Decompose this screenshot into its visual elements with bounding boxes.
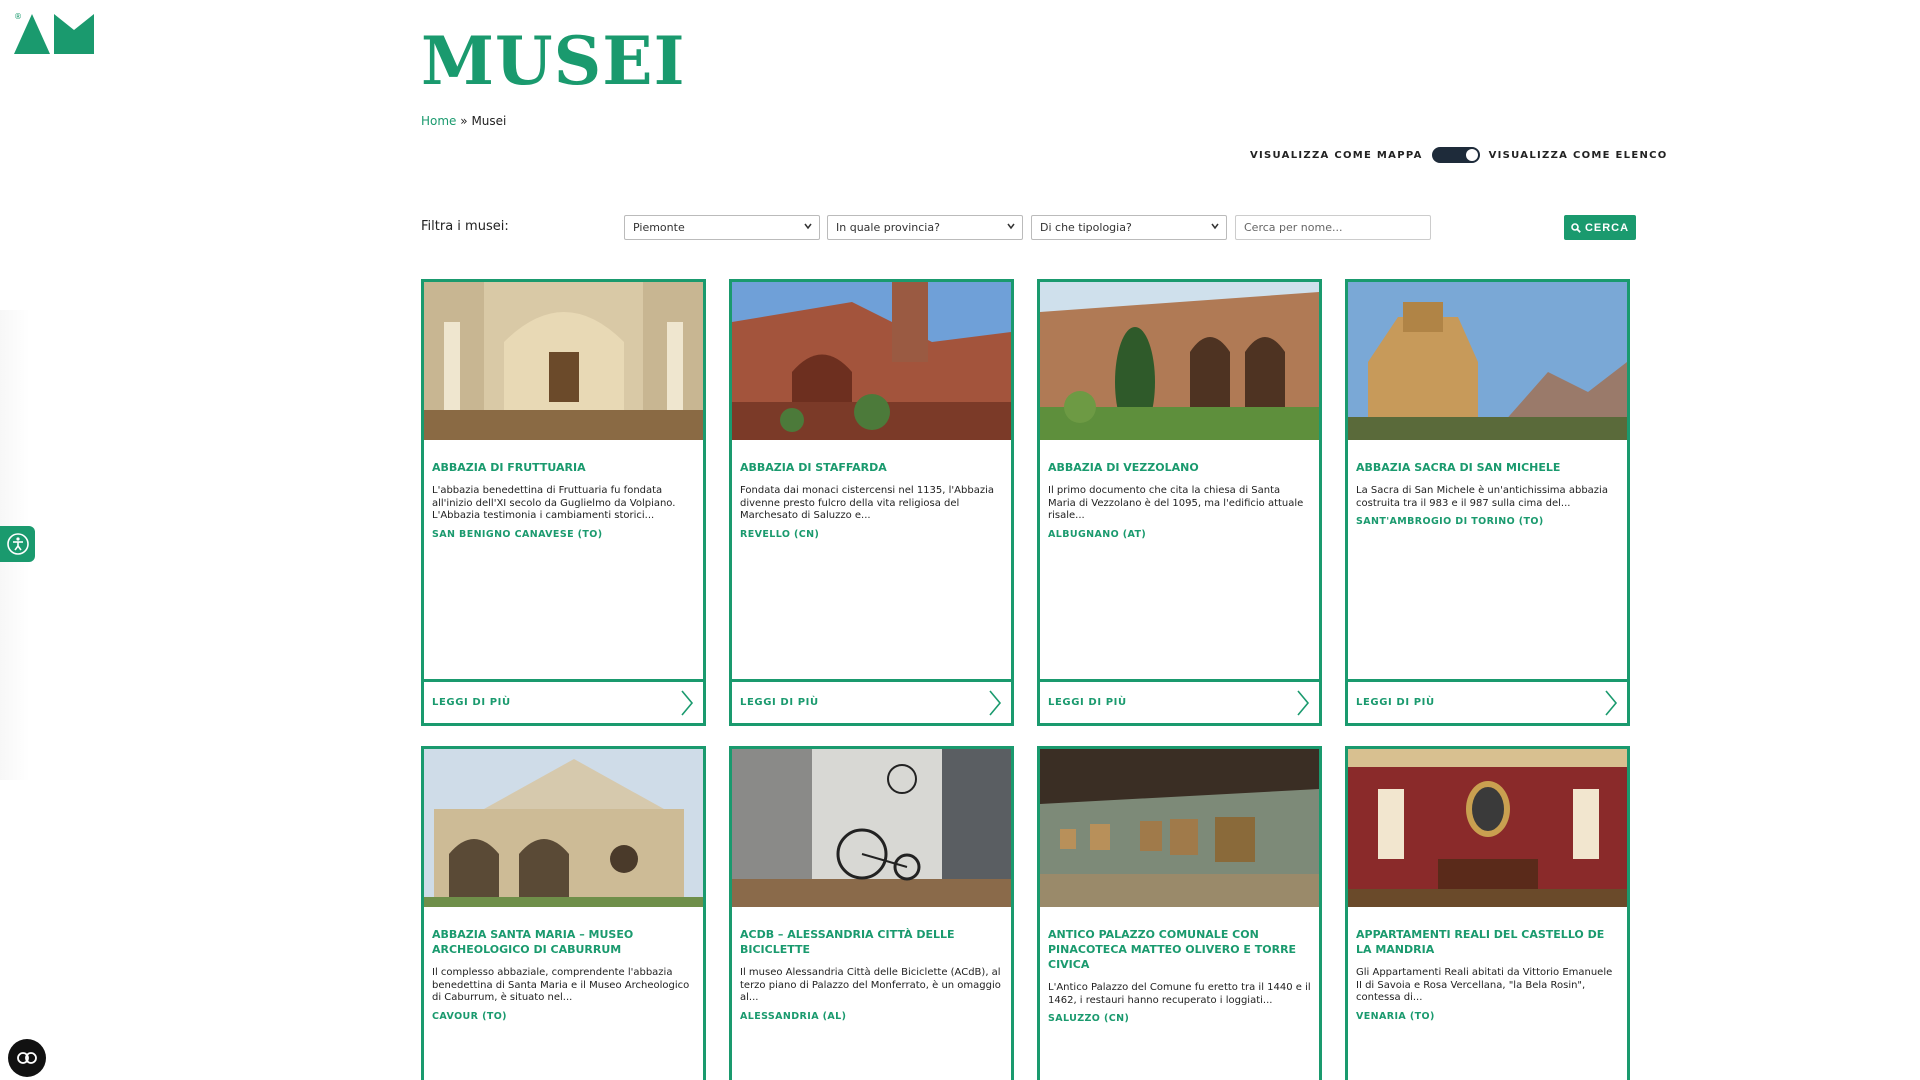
arrow-right-icon xyxy=(1297,689,1310,716)
museum-description: L'Antico Palazzo del Comune fu eretto tr… xyxy=(1048,982,1311,1006)
map-view-label[interactable]: VISUALIZZA COME MAPPA xyxy=(1250,150,1423,161)
museum-name[interactable]: ABBAZIA SANTA MARIA – MUSEO ARCHEOLOGICO… xyxy=(432,927,695,957)
museum-location: VENARIA (TO) xyxy=(1356,1010,1435,1022)
site-logo[interactable]: ® xyxy=(12,10,106,56)
museum-name[interactable]: ABBAZIA DI FRUTTUARIA xyxy=(432,460,695,475)
breadcrumb-separator: » xyxy=(460,114,468,128)
museum-card[interactable]: ABBAZIA DI FRUTTUARIA L'abbazia benedett… xyxy=(421,279,706,726)
museum-description: Il museo Alessandria Città delle Bicicle… xyxy=(740,967,1001,1003)
read-more-link[interactable]: LEGGI DI PIÙ xyxy=(1040,679,1319,723)
museum-name[interactable]: ANTICO PALAZZO COMUNALE CON PINACOTECA M… xyxy=(1048,927,1311,972)
museum-card[interactable]: ABBAZIA DI STAFFARDA Fondata dai monaci … xyxy=(729,279,1014,726)
search-icon xyxy=(1571,222,1581,233)
museum-card[interactable]: ABBAZIA DI VEZZOLANO Il primo documento … xyxy=(1037,279,1322,726)
read-more-link[interactable]: LEGGI DI PIÙ xyxy=(424,679,703,723)
province-select[interactable]: In quale provincia? xyxy=(827,215,1023,240)
list-view-label[interactable]: VISUALIZZA COME ELENCO xyxy=(1489,150,1668,161)
breadcrumb-home-link[interactable]: Home xyxy=(421,114,456,128)
museum-image[interactable] xyxy=(732,282,1011,440)
widget-button[interactable] xyxy=(8,1039,46,1077)
read-more-label: LEGGI DI PIÙ xyxy=(740,697,819,708)
museum-image[interactable] xyxy=(732,749,1011,907)
museum-card[interactable]: ANTICO PALAZZO COMUNALE CON PINACOTECA M… xyxy=(1037,746,1322,1080)
museum-name[interactable]: ACDB – ALESSANDRIA CITTÀ DELLE BICICLETT… xyxy=(740,927,1003,957)
accessibility-icon xyxy=(6,533,29,555)
museum-description: Il primo documento che cita la chiesa di… xyxy=(1048,485,1304,521)
museum-location: SANT'AMBROGIO DI TORINO (TO) xyxy=(1356,516,1544,527)
museum-card[interactable]: ABBAZIA SANTA MARIA – MUSEO ARCHEOLOGICO… xyxy=(421,746,706,1080)
museum-card[interactable]: ABBAZIA SACRA DI SAN MICHELE La Sacra di… xyxy=(1345,279,1630,726)
museum-image[interactable] xyxy=(424,749,703,907)
museum-description: La Sacra di San Michele è un'antichissim… xyxy=(1356,485,1608,509)
chevron-down-icon xyxy=(804,223,812,230)
type-select[interactable]: Di che tipologia? xyxy=(1031,215,1227,240)
museum-name[interactable]: ABBAZIA DI VEZZOLANO xyxy=(1048,460,1311,475)
museum-description: L'abbazia benedettina di Fruttuaria fu f… xyxy=(432,485,676,521)
museum-description: Il complesso abbaziale, comprendente l'a… xyxy=(432,967,690,1003)
switch-knob xyxy=(1465,149,1478,161)
museum-location: SAN BENIGNO CANAVESE (TO) xyxy=(432,528,603,540)
type-select-value: Di che tipologia? xyxy=(1040,221,1132,234)
logo-mark-icon xyxy=(14,14,94,54)
museum-image[interactable] xyxy=(1348,749,1627,907)
read-more-label: LEGGI DI PIÙ xyxy=(1048,697,1127,708)
museum-card[interactable]: APPARTAMENTI REALI DEL CASTELLO DE LA MA… xyxy=(1345,746,1630,1080)
arrow-right-icon xyxy=(1605,689,1618,716)
museum-location: REVELLO (CN) xyxy=(740,528,820,540)
search-button-label: CERCA xyxy=(1584,221,1630,234)
museum-image[interactable] xyxy=(1040,282,1319,440)
museum-card[interactable]: ACDB – ALESSANDRIA CITTÀ DELLE BICICLETT… xyxy=(729,746,1014,1080)
province-select-value: In quale provincia? xyxy=(836,221,940,234)
view-switch[interactable] xyxy=(1431,147,1480,163)
link-icon xyxy=(17,1052,37,1064)
accessibility-button[interactable] xyxy=(0,526,35,562)
search-button[interactable]: CERCA xyxy=(1564,215,1636,240)
read-more-label: LEGGI DI PIÙ xyxy=(432,697,511,708)
museum-name[interactable]: ABBAZIA SACRA DI SAN MICHELE xyxy=(1356,460,1619,475)
breadcrumb-current: Musei xyxy=(471,114,507,128)
filter-label: Filtra i musei: xyxy=(421,219,509,234)
page-title: MUSEI xyxy=(421,22,686,100)
museum-name[interactable]: ABBAZIA DI STAFFARDA xyxy=(740,460,1003,475)
museum-image[interactable] xyxy=(1040,749,1319,907)
read-more-link[interactable]: LEGGI DI PIÙ xyxy=(732,679,1011,723)
museum-description: Fondata dai monaci cistercensi nel 1135,… xyxy=(740,485,994,521)
read-more-link[interactable]: LEGGI DI PIÙ xyxy=(1348,679,1627,723)
search-input[interactable] xyxy=(1235,215,1431,240)
chevron-down-icon xyxy=(1007,223,1015,230)
museum-location: ALBUGNANO (AT) xyxy=(1048,528,1147,540)
museum-description: Gli Appartamenti Reali abitati da Vittor… xyxy=(1356,967,1613,1003)
registered-mark: ® xyxy=(14,12,22,21)
region-select[interactable]: Piemonte xyxy=(624,215,820,240)
museum-location: ALESSANDRIA (AL) xyxy=(740,1010,847,1022)
museum-image[interactable] xyxy=(1348,282,1627,440)
museum-location: SALUZZO (CN) xyxy=(1048,1013,1130,1024)
arrow-right-icon xyxy=(681,689,694,716)
breadcrumb: Home » Musei xyxy=(421,114,506,128)
museum-name[interactable]: APPARTAMENTI REALI DEL CASTELLO DE LA MA… xyxy=(1356,927,1619,957)
chevron-down-icon xyxy=(1211,223,1219,230)
museum-location: CAVOUR (TO) xyxy=(432,1010,507,1022)
region-select-value: Piemonte xyxy=(633,221,685,234)
arrow-right-icon xyxy=(989,689,1002,716)
read-more-label: LEGGI DI PIÙ xyxy=(1356,697,1435,708)
museum-image[interactable] xyxy=(424,282,703,440)
view-toggle: VISUALIZZA COME MAPPA VISUALIZZA COME EL… xyxy=(1250,147,1668,163)
